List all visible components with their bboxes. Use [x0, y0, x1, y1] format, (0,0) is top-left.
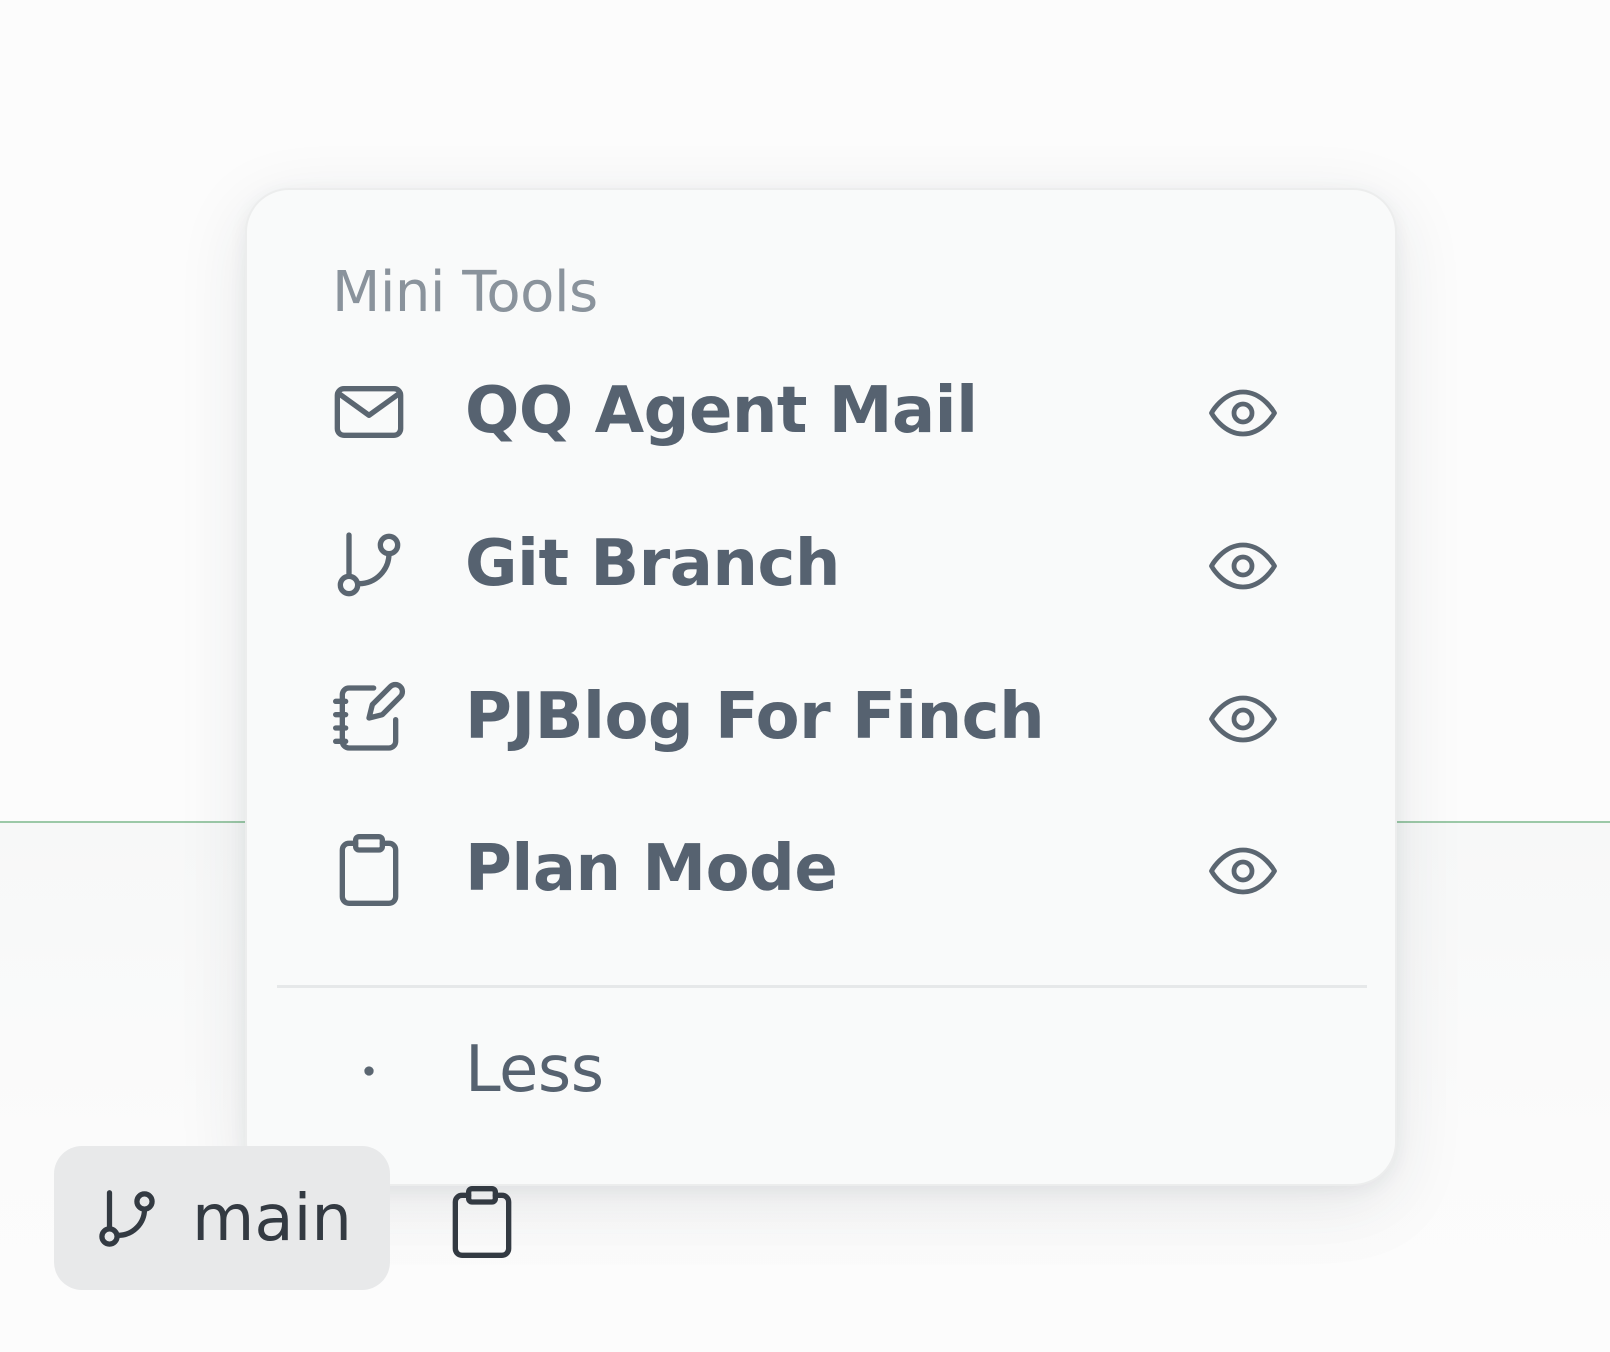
menu-divider [277, 985, 1367, 988]
menu-item-label: Plan Mode [465, 832, 838, 906]
notebook-pen-icon [329, 678, 409, 758]
clipboard-icon [329, 830, 409, 910]
clipboard-icon [442, 1182, 522, 1262]
menu-item-label: Git Branch [465, 527, 840, 601]
git-branch-icon [329, 525, 409, 605]
menu-item-label: Less [465, 1033, 604, 1107]
menu-item-plan-mode[interactable]: Plan Mode [277, 800, 1367, 940]
plan-mode-button[interactable] [442, 1182, 522, 1262]
eye-icon[interactable] [1207, 377, 1279, 449]
menu-item-label: QQ Agent Mail [465, 374, 978, 448]
mini-tools-popup: Mini Tools QQ Agent Mail Git Branch PJBl… [245, 188, 1397, 1186]
eye-icon[interactable] [1207, 835, 1279, 907]
menu-item-less[interactable]: Less [277, 995, 1367, 1145]
branch-selector-button[interactable]: main [54, 1146, 390, 1290]
eye-icon[interactable] [1207, 683, 1279, 755]
section-title: Mini Tools [332, 260, 598, 325]
dot-icon [329, 1031, 409, 1111]
git-branch-icon [92, 1184, 162, 1254]
menu-item-git-branch[interactable]: Git Branch [277, 495, 1367, 635]
menu-item-label: PJBlog For Finch [465, 680, 1045, 754]
mail-icon [329, 372, 409, 452]
branch-name: main [192, 1182, 352, 1256]
eye-icon[interactable] [1207, 530, 1279, 602]
menu-item-qq-agent-mail[interactable]: QQ Agent Mail [277, 342, 1367, 482]
menu-item-pjblog-for-finch[interactable]: PJBlog For Finch [277, 648, 1367, 788]
